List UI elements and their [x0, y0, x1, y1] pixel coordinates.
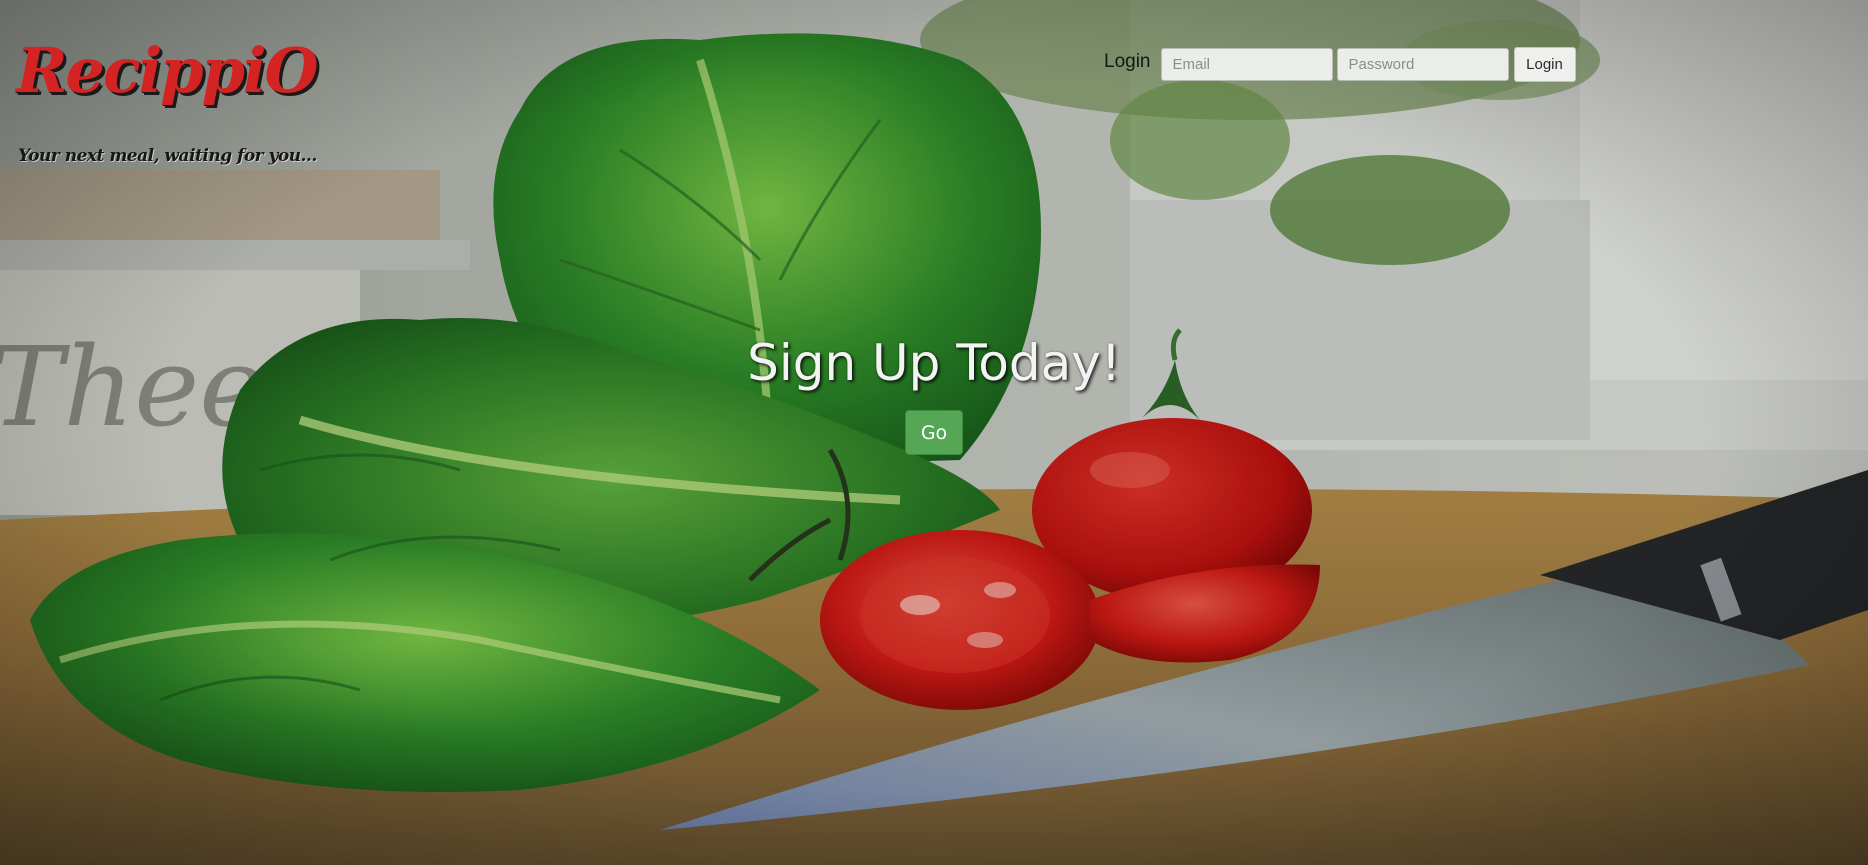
password-field[interactable] [1336, 48, 1509, 81]
login-title: Login [1104, 50, 1151, 72]
login-button[interactable]: Login [1513, 47, 1576, 82]
landing-page: Thee [0, 0, 1868, 865]
brand-tagline: Your next meal, waiting for you... [18, 146, 317, 166]
brand-logo[interactable]: RecippiO [16, 40, 319, 102]
login-form: Login Login [1104, 47, 1576, 82]
email-field[interactable] [1160, 48, 1333, 81]
hero-title: Sign Up Today! [747, 334, 1121, 392]
go-button[interactable]: Go [905, 410, 963, 455]
